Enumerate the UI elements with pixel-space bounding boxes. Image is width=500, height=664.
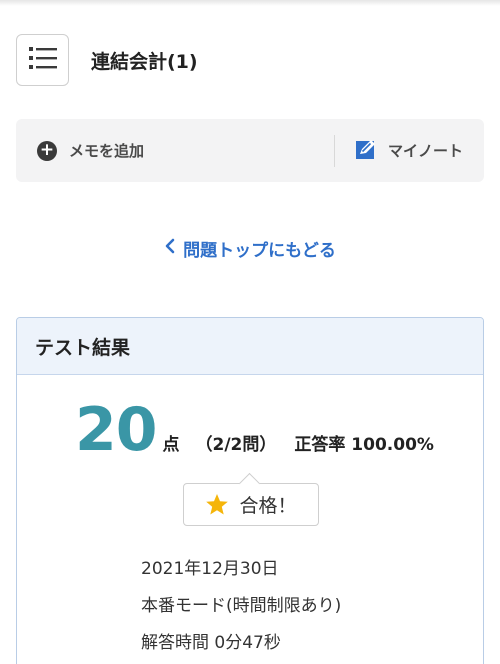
card-heading: テスト結果 — [17, 318, 483, 375]
memo-toolbar: + メモを追加 マイノート — [16, 119, 484, 182]
my-note-label: マイノート — [388, 142, 464, 160]
test-result-card: テスト結果 20 点 （2/2問） 正答率 100.00% 合格！ 2021年1… — [16, 317, 484, 664]
answer-time: 解答時間 0分47秒 — [141, 633, 281, 653]
page-title: 連結会計(1) — [91, 50, 198, 73]
top-shadow — [0, 0, 500, 6]
menu-button[interactable] — [16, 34, 69, 86]
add-memo-label: メモを追加 — [69, 142, 145, 160]
test-mode: 本番モード(時間制限あり) — [141, 596, 342, 616]
score-unit: 点 — [162, 435, 180, 455]
score-row: 20 点 （2/2問） 正答率 100.00% — [75, 400, 434, 460]
back-link-label: 問題トップにもどる — [183, 241, 336, 261]
page-header: 連結会計(1) — [16, 34, 198, 86]
back-to-questions-link[interactable]: 問題トップにもどる — [0, 236, 500, 261]
plus-circle-icon: + — [37, 140, 57, 161]
score-value: 20 — [75, 395, 157, 465]
add-memo-button[interactable]: + メモを追加 — [16, 119, 334, 182]
pass-badge: 合格！ — [183, 483, 319, 526]
list-icon — [28, 46, 57, 74]
test-date: 2021年12月30日 — [141, 559, 279, 579]
edit-note-icon — [355, 138, 377, 164]
my-note-button[interactable]: マイノート — [335, 119, 463, 182]
chevron-left-icon — [164, 238, 175, 259]
star-icon — [205, 493, 229, 516]
pass-label: 合格！ — [239, 495, 297, 517]
result-info-list: 2021年12月30日 本番モード(時間制限あり) 解答時間 0分47秒 — [141, 556, 341, 664]
question-count: （2/2問） — [195, 435, 277, 455]
correct-rate: 正答率 100.00% — [294, 435, 434, 455]
